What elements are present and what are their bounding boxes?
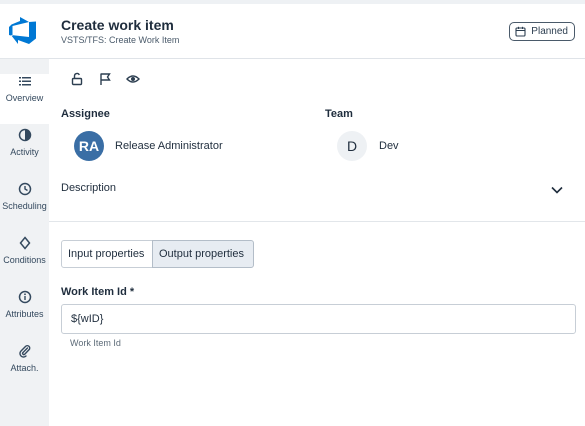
- tab-input-properties[interactable]: Input properties: [61, 240, 153, 268]
- sidebar-item-attributes[interactable]: Attributes: [0, 290, 49, 340]
- work-item-id-input[interactable]: ${wID}: [61, 304, 576, 334]
- team-label: Team: [325, 108, 353, 120]
- calendar-icon: [515, 26, 526, 37]
- list-icon: [0, 74, 49, 90]
- sidebar: Overview Activity Scheduling Conditions …: [0, 4, 49, 426]
- sidebar-item-label: Activity: [10, 147, 39, 157]
- work-item-id-help: Work Item Id: [70, 338, 121, 348]
- assignee-name[interactable]: Release Administrator: [115, 140, 223, 152]
- logo-container: [0, 4, 49, 59]
- status-badge-label: Planned: [531, 26, 568, 37]
- sidebar-item-attachments[interactable]: Attach.: [0, 344, 49, 394]
- sidebar-item-overview[interactable]: Overview: [0, 74, 49, 124]
- team-avatar: D: [337, 131, 367, 161]
- pie-chart-icon: [0, 128, 49, 144]
- page-title: Create work item: [61, 17, 174, 33]
- chevron-down-icon[interactable]: [550, 182, 564, 200]
- assignee-avatar: RA: [74, 131, 104, 161]
- toolbar: [70, 72, 140, 86]
- info-icon: [0, 290, 49, 306]
- header: Create work item VSTS/TFS: Create Work I…: [49, 4, 585, 59]
- sidebar-item-label: Attach.: [10, 363, 39, 373]
- sidebar-item-label: Conditions: [3, 255, 46, 265]
- sidebar-item-conditions[interactable]: Conditions: [0, 236, 49, 286]
- work-item-id-label: Work Item Id *: [61, 286, 135, 298]
- clock-icon: [0, 182, 49, 198]
- team-name[interactable]: Dev: [379, 140, 399, 152]
- diamond-icon: [0, 236, 49, 252]
- azure-devops-logo-icon: [9, 17, 36, 44]
- flag-icon[interactable]: [98, 72, 112, 86]
- eye-icon[interactable]: [126, 72, 140, 86]
- assignee-label: Assignee: [61, 108, 110, 120]
- status-badge: Planned: [509, 22, 575, 41]
- sidebar-item-activity[interactable]: Activity: [0, 128, 49, 178]
- sidebar-item-scheduling[interactable]: Scheduling: [0, 182, 49, 232]
- description-label: Description: [61, 182, 117, 194]
- sidebar-item-label: Scheduling: [2, 201, 47, 211]
- sidebar-item-label: Attributes: [5, 309, 44, 319]
- divider: [49, 221, 585, 222]
- tab-output-properties[interactable]: Output properties: [152, 240, 254, 268]
- sidebar-item-label: Overview: [5, 93, 44, 103]
- paperclip-icon: [0, 344, 49, 360]
- page-subtitle: VSTS/TFS: Create Work Item: [61, 35, 180, 45]
- unlock-icon[interactable]: [70, 72, 84, 86]
